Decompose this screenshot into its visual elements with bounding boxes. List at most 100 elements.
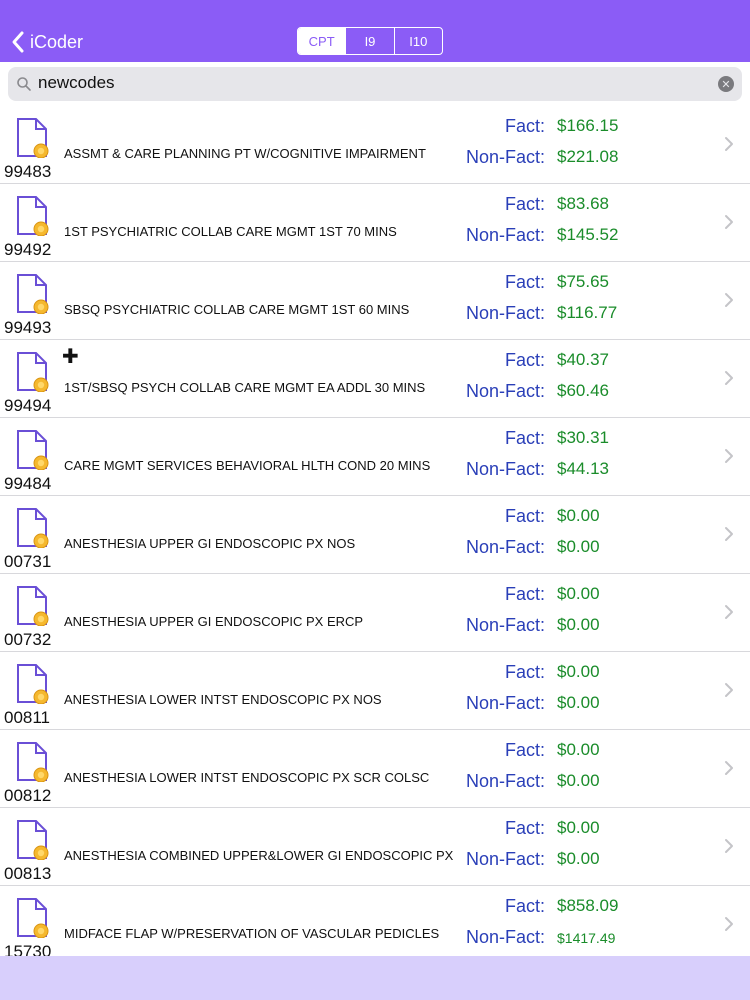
fact-label: Fact: <box>504 428 545 448</box>
code-list: 99483 ASSMT & CARE PLANNING PT W/COGNITIV… <box>0 106 750 964</box>
document-icon <box>16 196 50 237</box>
segment-cpt[interactable]: CPT <box>298 28 346 54</box>
nonfact-value: $221.08 <box>557 147 619 166</box>
fact-value: $0.00 <box>557 584 600 603</box>
code-description: ANESTHESIA UPPER GI ENDOSCOPIC PX NOS <box>64 536 356 551</box>
document-icon <box>16 118 50 159</box>
nonfact-label: Non-Fact: <box>465 927 545 947</box>
fact-value: $30.31 <box>557 428 609 447</box>
chevron-right-icon <box>724 760 734 776</box>
nonfact-label: Non-Fact: <box>465 147 545 167</box>
nonfact-label: Non-Fact: <box>465 225 545 245</box>
list-item[interactable]: 00811 ANESTHESIA LOWER INTST ENDOSCOPIC P… <box>0 652 750 730</box>
nonfact-label: Non-Fact: <box>465 381 545 401</box>
chevron-right-icon <box>724 604 734 620</box>
list-item[interactable]: 15730 MIDFACE FLAP W/PRESERVATION OF VASC… <box>0 886 750 964</box>
document-icon <box>16 274 50 315</box>
chevron-right-icon <box>724 214 734 230</box>
list-item[interactable]: 00813 ANESTHESIA COMBINED UPPER&LOWER GI … <box>0 808 750 886</box>
fact-value: $0.00 <box>557 818 600 837</box>
code-description: ANESTHESIA LOWER INTST ENDOSCOPIC PX NOS <box>64 692 382 707</box>
clear-search-icon[interactable]: ✕ <box>718 76 734 92</box>
nonfact-label: Non-Fact: <box>465 849 545 869</box>
chevron-right-icon <box>724 370 734 386</box>
fact-value: $40.37 <box>557 350 609 369</box>
code-description: ANESTHESIA UPPER GI ENDOSCOPIC PX ERCP <box>64 614 364 629</box>
list-item[interactable]: 99492 1ST PSYCHIATRIC COLLAB CARE MGMT 1S… <box>0 184 750 262</box>
fact-value: $0.00 <box>557 740 600 759</box>
fact-label: Fact: <box>504 272 545 292</box>
cpt-code: 99483 <box>4 162 52 181</box>
fact-label: Fact: <box>504 350 545 370</box>
chevron-right-icon <box>724 448 734 464</box>
code-description: 1ST PSYCHIATRIC COLLAB CARE MGMT 1ST 70 … <box>64 224 397 239</box>
back-label: iCoder <box>30 31 84 52</box>
back-button[interactable]: iCoder <box>10 28 83 56</box>
chevron-right-icon <box>724 916 734 932</box>
document-icon <box>16 898 50 939</box>
nonfact-label: Non-Fact: <box>465 693 545 713</box>
document-icon <box>16 664 50 705</box>
navigation-bar: iCoder CPT I9 I10 <box>0 0 750 62</box>
document-icon <box>16 742 50 783</box>
cpt-code: 99493 <box>4 318 52 337</box>
nonfact-value: $0.00 <box>557 615 600 634</box>
fact-value: $75.65 <box>557 272 609 291</box>
fact-label: Fact: <box>504 818 545 838</box>
nonfact-value: $0.00 <box>557 849 600 868</box>
code-type-segmented-control: CPT I9 I10 <box>297 27 443 55</box>
nonfact-value: $0.00 <box>557 693 600 712</box>
nonfact-label: Non-Fact: <box>465 303 545 323</box>
nonfact-value: $1417.49 <box>557 930 616 946</box>
code-description: CARE MGMT SERVICES BEHAVIORAL HLTH COND … <box>64 458 431 473</box>
list-item[interactable]: 99493 SBSQ PSYCHIATRIC COLLAB CARE MGMT 1… <box>0 262 750 340</box>
nonfact-value: $145.52 <box>557 225 619 244</box>
cpt-code: 00731 <box>4 552 52 571</box>
list-item[interactable]: 99484 CARE MGMT SERVICES BEHAVIORAL HLTH … <box>0 418 750 496</box>
cpt-code: 00812 <box>4 786 52 805</box>
chevron-right-icon <box>724 838 734 854</box>
fact-value: $0.00 <box>557 662 600 681</box>
code-description: MIDFACE FLAP W/PRESERVATION OF VASCULAR … <box>64 926 440 941</box>
nonfact-value: $116.77 <box>557 303 618 322</box>
nonfact-value: $0.00 <box>557 537 600 556</box>
document-icon <box>16 820 50 861</box>
list-item[interactable]: ✚ 99494 1ST/SBSQ PSYCH COLLAB CARE MGMT EA… <box>0 340 750 418</box>
search-bar: newcodes ✕ <box>0 62 750 106</box>
segment-i9[interactable]: I9 <box>345 28 393 54</box>
chevron-right-icon <box>724 526 734 542</box>
chevron-right-icon <box>724 292 734 308</box>
code-description: 1ST/SBSQ PSYCH COLLAB CARE MGMT EA ADDL … <box>64 380 426 395</box>
list-item[interactable]: 99483 ASSMT & CARE PLANNING PT W/COGNITIV… <box>0 106 750 184</box>
chevron-left-icon <box>12 31 24 53</box>
code-description: ANESTHESIA LOWER INTST ENDOSCOPIC PX SCR… <box>64 770 430 785</box>
nonfact-label: Non-Fact: <box>465 459 545 479</box>
document-icon <box>16 430 50 471</box>
fact-value: $0.00 <box>557 506 600 525</box>
list-item[interactable]: 00731 ANESTHESIA UPPER GI ENDOSCOPIC PX N… <box>0 496 750 574</box>
nonfact-label: Non-Fact: <box>465 771 545 791</box>
document-icon <box>16 508 50 549</box>
bottom-toolbar <box>0 956 750 1000</box>
cpt-code: 99492 <box>4 240 52 259</box>
search-input[interactable]: newcodes ✕ <box>8 67 742 101</box>
list-item[interactable]: 00812 ANESTHESIA LOWER INTST ENDOSCOPIC P… <box>0 730 750 808</box>
document-icon <box>16 352 50 393</box>
cpt-code: 99484 <box>4 474 52 493</box>
fact-label: Fact: <box>504 116 545 136</box>
nonfact-value: $44.13 <box>557 459 609 478</box>
nonfact-value: $0.00 <box>557 771 600 790</box>
nonfact-label: Non-Fact: <box>465 615 545 635</box>
chevron-right-icon <box>724 682 734 698</box>
nonfact-value: $60.46 <box>557 381 609 400</box>
cpt-code: 00732 <box>4 630 52 649</box>
nonfact-label: Non-Fact: <box>465 537 545 557</box>
segment-i10[interactable]: I10 <box>393 28 442 54</box>
addon-plus-icon: ✚ <box>62 346 79 368</box>
cpt-code: 99494 <box>4 396 52 415</box>
fact-label: Fact: <box>504 896 545 916</box>
chevron-right-icon <box>724 136 734 152</box>
list-item[interactable]: 00732 ANESTHESIA UPPER GI ENDOSCOPIC PX E… <box>0 574 750 652</box>
code-description: ASSMT & CARE PLANNING PT W/COGNITIVE IMP… <box>64 146 426 161</box>
fact-label: Fact: <box>504 506 545 526</box>
